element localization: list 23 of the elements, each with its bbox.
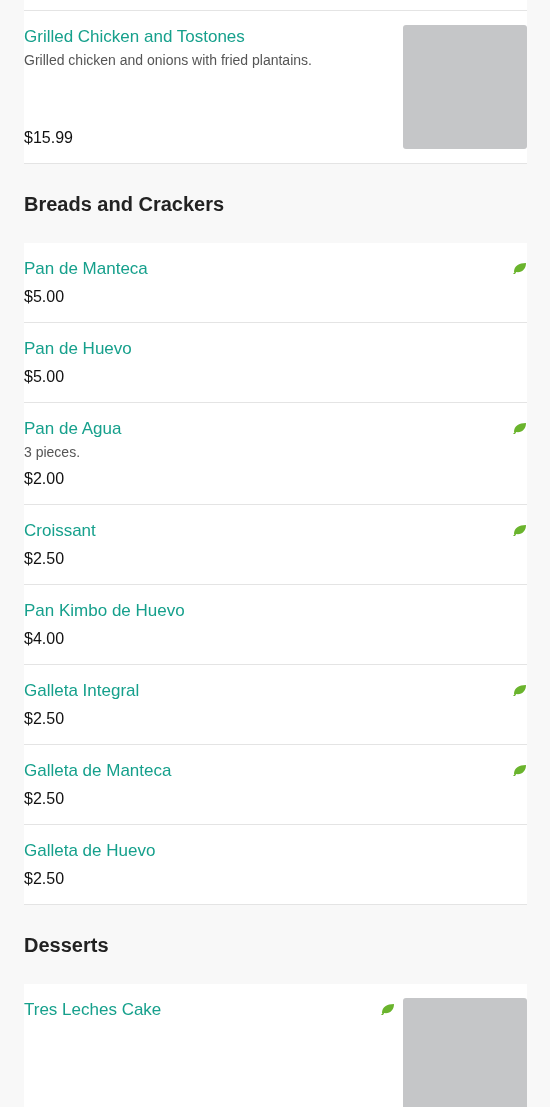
item-name[interactable]: Galleta de Manteca xyxy=(24,759,504,782)
item-price: $15.99 xyxy=(24,128,74,148)
item-name[interactable]: Pan de Manteca xyxy=(24,257,504,280)
item-name[interactable]: Galleta de Huevo xyxy=(24,839,527,862)
section-heading: Desserts xyxy=(24,933,110,958)
item-name[interactable]: Croissant xyxy=(24,519,504,542)
item-price: $2.50 xyxy=(24,549,66,569)
item-name[interactable]: Galleta Integral xyxy=(24,679,504,702)
item-description: 3 pieces. xyxy=(24,443,82,462)
item-price: $2.50 xyxy=(24,709,66,729)
item-price: $4.00 xyxy=(24,629,66,649)
section-heading: Breads and Crackers xyxy=(24,192,226,217)
item-name[interactable]: Pan de Agua xyxy=(24,417,504,440)
item-price: $5.00 xyxy=(24,367,66,387)
item-price: $2.00 xyxy=(24,469,66,489)
item-name[interactable]: Pan Kimbo de Huevo xyxy=(24,599,527,622)
item-name[interactable]: Pan de Huevo xyxy=(24,337,527,360)
item-name[interactable]: Tres Leches Cake xyxy=(24,998,372,1021)
item-price: $2.50 xyxy=(24,789,66,809)
item-description: Grilled chicken and onions with fried plantains. xyxy=(24,51,313,70)
item-price: $2.50 xyxy=(24,869,66,889)
item-name[interactable]: Grilled Chicken and Tostones xyxy=(24,25,395,48)
item-price: $5.00 xyxy=(24,287,66,307)
